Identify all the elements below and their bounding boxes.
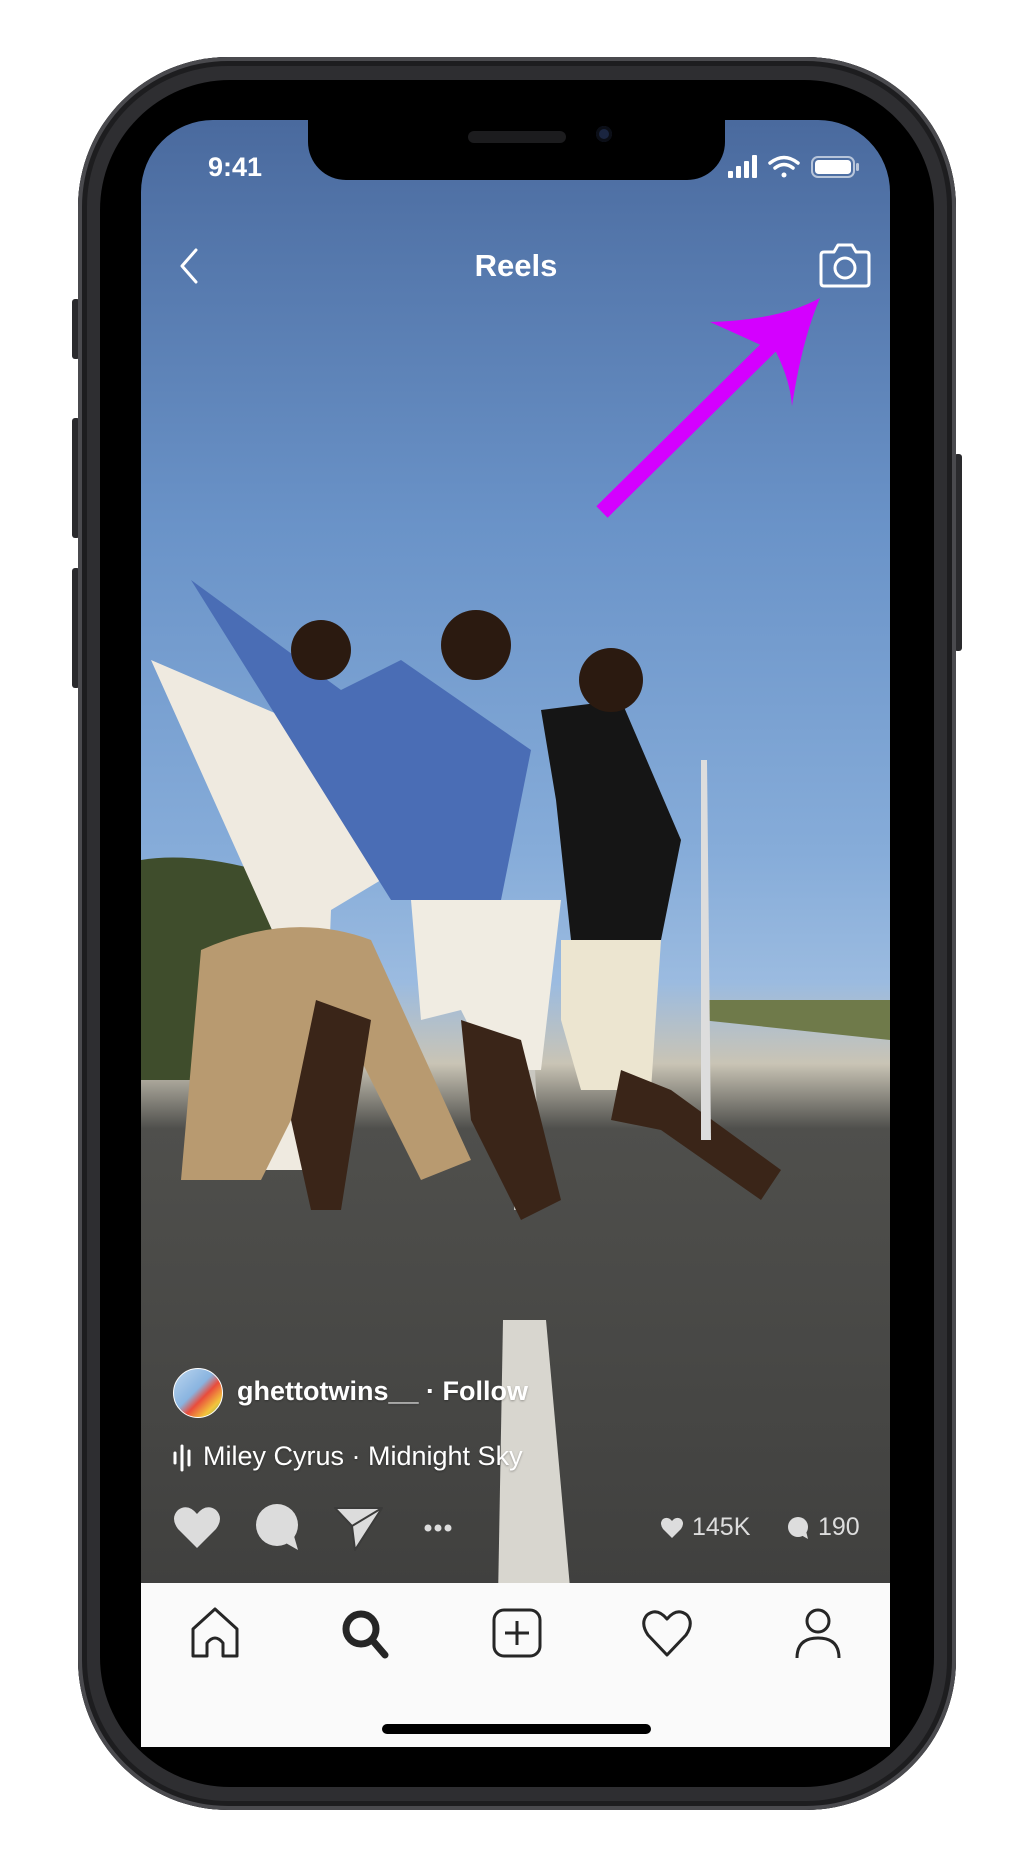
annotation-arrow: [596, 298, 820, 518]
tab-search[interactable]: [342, 1610, 389, 1659]
tab-profile[interactable]: [795, 1608, 841, 1659]
audio-waveform-icon: [173, 1444, 191, 1472]
audio-track[interactable]: Miley Cyrus · Midnight Sky: [203, 1441, 523, 1472]
more-options-icon: [424, 1524, 452, 1532]
earpiece-speaker: [468, 131, 566, 143]
comments-bubble-icon: [788, 1517, 808, 1539]
comment-count: 190: [818, 1513, 860, 1541]
search-icon: [342, 1610, 389, 1659]
wifi-icon: [768, 155, 800, 178]
status-icons: [728, 155, 859, 178]
battery-icon: [811, 156, 859, 178]
post-actions: [174, 1504, 452, 1551]
home-icon: [191, 1607, 239, 1658]
camera-icon: [819, 243, 871, 288]
tab-home[interactable]: [191, 1607, 239, 1658]
like-count: 145K: [692, 1513, 751, 1541]
avatar[interactable]: [173, 1368, 223, 1418]
username[interactable]: ghettotwins__: [237, 1376, 419, 1406]
tab-bar-icons: [191, 1607, 841, 1659]
cellular-signal-icon: [728, 155, 757, 178]
new-post-icon: [492, 1608, 542, 1658]
tab-new-post[interactable]: [492, 1608, 542, 1658]
separator: ·: [426, 1376, 436, 1406]
back-button[interactable]: [176, 246, 204, 286]
activity-heart-icon: [642, 1610, 692, 1657]
like-heart-icon: [174, 1507, 220, 1548]
page-title: Reels: [474, 248, 558, 283]
home-indicator[interactable]: [382, 1724, 651, 1734]
share-send-icon: [334, 1507, 383, 1551]
camera-button[interactable]: [818, 240, 872, 290]
comment-icon: [256, 1504, 298, 1550]
notch: [308, 120, 725, 180]
profile-icon: [795, 1608, 841, 1659]
tab-activity[interactable]: [642, 1610, 692, 1657]
likes-heart-icon: [661, 1517, 683, 1538]
chevron-left-icon: [180, 248, 198, 284]
front-camera: [596, 126, 612, 142]
username-follow[interactable]: ghettotwins__ · Follow: [237, 1376, 528, 1407]
status-time: 9:41: [207, 152, 263, 182]
grass: [701, 1000, 890, 1040]
follow-button[interactable]: Follow: [443, 1376, 528, 1406]
